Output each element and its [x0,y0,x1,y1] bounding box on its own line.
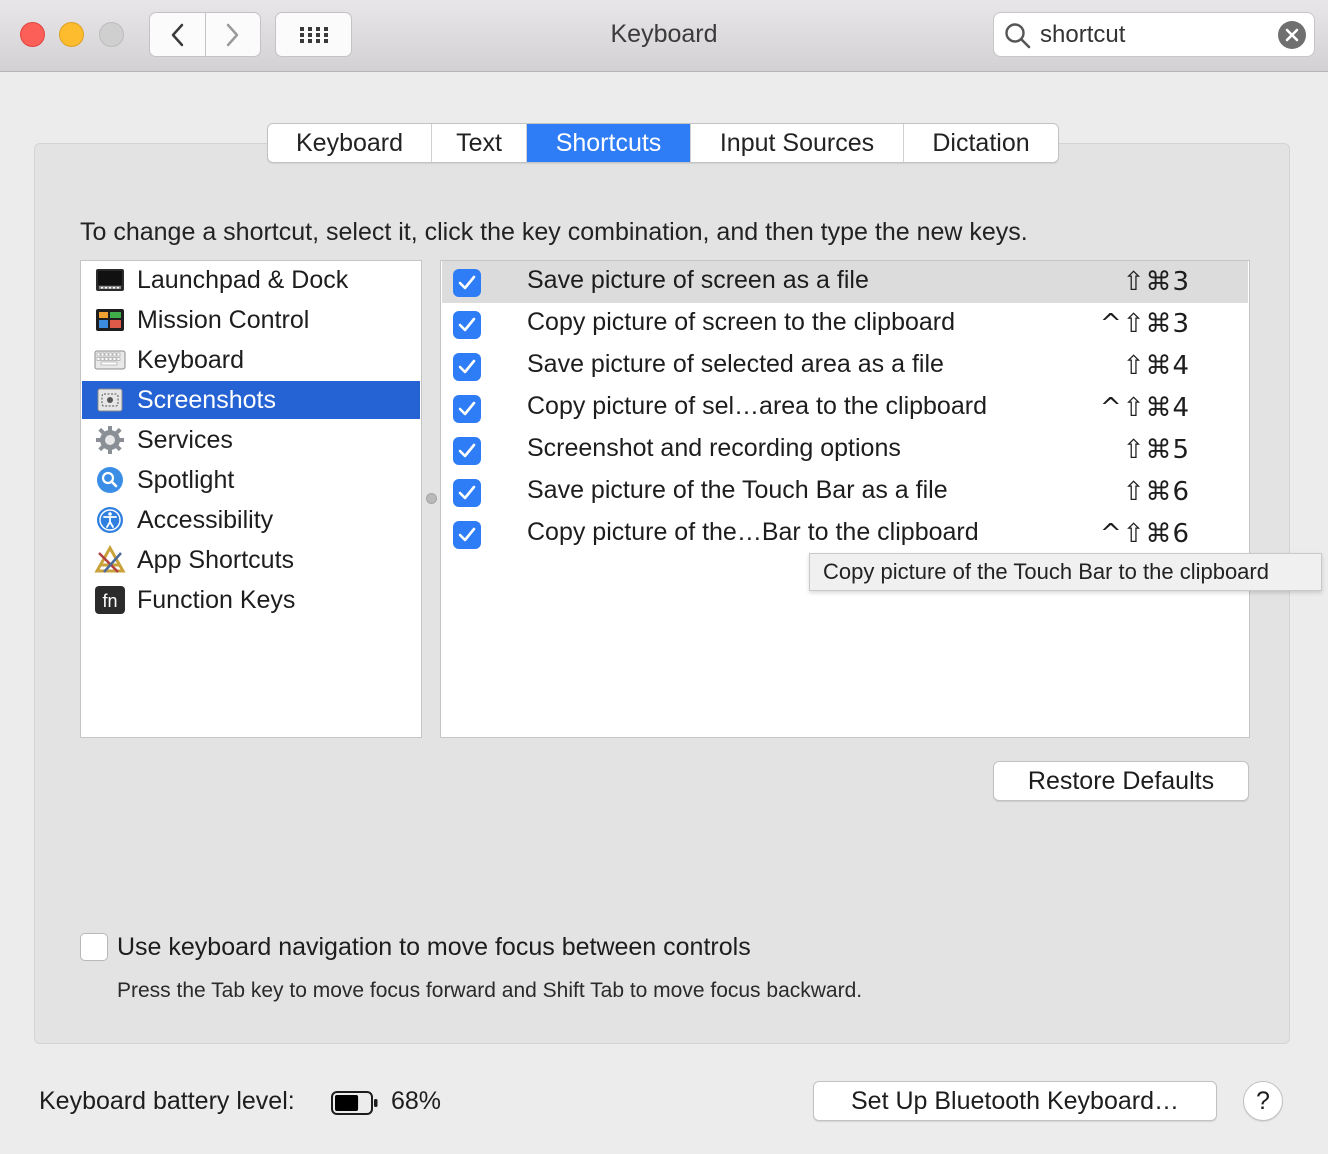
checkmark-icon [458,401,476,416]
tab-dictation[interactable]: Dictation [903,124,1058,162]
category-accessibility[interactable]: Accessibility [82,501,420,539]
shortcut-row[interactable]: Screenshot and recording options ⇧⌘5 [442,429,1248,471]
launchpad-dock-icon [94,265,126,295]
category-keyboard[interactable]: Keyboard [82,341,420,379]
category-spotlight[interactable]: Spotlight [82,461,420,499]
close-icon [1285,28,1299,42]
search-field[interactable] [993,12,1315,57]
checkmark-icon [458,317,476,332]
clear-search-button[interactable] [1278,21,1306,49]
keyboard-navigation-checkbox[interactable] [80,933,108,961]
shortcut-keys[interactable]: ^⇧⌘6 [1100,519,1190,549]
mission-control-icon [94,305,126,335]
battery-value: 68% [391,1087,442,1115]
shortcut-label: Save picture of selected area as a file [527,350,944,378]
category-label: Services [137,425,233,454]
battery-icon [331,1091,378,1115]
category-label: Function Keys [137,585,296,614]
category-mission-control[interactable]: Mission Control [82,301,420,339]
shortcut-label: Screenshot and recording options [527,434,901,462]
checkmark-icon [458,485,476,500]
keyboard-navigation-hint: Press the Tab key to move focus forward … [117,979,863,1002]
app-shortcuts-icon [94,545,126,575]
search-input[interactable] [1040,19,1265,51]
category-label: Screenshots [137,385,276,414]
instruction-text: To change a shortcut, select it, click t… [80,218,1028,246]
tab-input-sources[interactable]: Input Sources [690,124,903,162]
checkmark-icon [458,443,476,458]
accessibility-icon [94,505,126,535]
restore-defaults-button[interactable]: Restore Defaults [993,761,1249,801]
shortcut-label: Save picture of the Touch Bar as a file [527,476,948,504]
keyboard-navigation-label[interactable]: Use keyboard navigation to move focus be… [117,933,751,962]
shortcut-checkbox[interactable] [453,269,481,297]
shortcut-row[interactable]: Copy picture of sel…area to the clipboar… [442,387,1248,429]
shortcut-row[interactable]: Save picture of selected area as a file … [442,345,1248,387]
category-label: App Shortcuts [137,545,295,574]
tab-text[interactable]: Text [431,124,526,162]
split-view-divider[interactable] [426,493,437,504]
keyboard-icon [94,345,126,375]
category-label: Keyboard [137,345,245,374]
shortcut-keys[interactable]: ⇧⌘3 [1123,267,1190,297]
category-app-shortcuts[interactable]: App Shortcuts [82,541,420,579]
shortcut-label: Copy picture of screen to the clipboard [527,308,956,336]
category-label: Spotlight [137,465,235,494]
setup-bluetooth-keyboard-button[interactable]: Set Up Bluetooth Keyboard… [813,1081,1217,1121]
battery-label: Keyboard battery level: [39,1087,295,1115]
shortcut-checkbox[interactable] [453,395,481,423]
title-bar: Keyboard [0,0,1328,72]
category-function-keys[interactable]: fn Function Keys [82,581,420,619]
tab-bar: Keyboard Text Shortcuts Input Sources Di… [267,123,1059,163]
tab-shortcuts[interactable]: Shortcuts [526,124,690,162]
tooltip: Copy picture of the Touch Bar to the cli… [809,553,1322,591]
spotlight-icon [94,465,126,495]
category-list[interactable]: Launchpad & Dock Mission Control Keyboar… [80,260,422,738]
checkmark-icon [458,275,476,290]
category-label: Accessibility [137,505,274,534]
shortcut-row[interactable]: Save picture of the Touch Bar as a file … [442,471,1248,513]
shortcut-keys[interactable]: ⇧⌘6 [1123,477,1190,507]
screenshots-icon [94,385,126,415]
checkmark-icon [458,527,476,542]
tab-keyboard[interactable]: Keyboard [268,124,431,162]
category-screenshots[interactable]: Screenshots [82,381,420,419]
shortcut-label: Copy picture of sel…area to the clipboar… [527,392,987,420]
shortcut-row[interactable]: Copy picture of the…Bar to the clipboard… [442,513,1248,555]
shortcut-checkbox[interactable] [453,311,481,339]
category-launchpad-dock[interactable]: Launchpad & Dock [82,261,420,299]
shortcut-row[interactable]: Save picture of screen as a file ⇧⌘3 [442,261,1248,303]
search-icon [1005,23,1031,49]
shortcut-row[interactable]: Copy picture of screen to the clipboard … [442,303,1248,345]
checkmark-icon [458,359,476,374]
shortcut-keys[interactable]: ⇧⌘5 [1123,435,1190,465]
gear-icon [94,425,126,455]
shortcut-keys[interactable]: ^⇧⌘4 [1100,393,1190,423]
shortcut-checkbox[interactable] [453,353,481,381]
shortcut-checkbox[interactable] [453,437,481,465]
shortcut-label: Copy picture of the…Bar to the clipboard [527,518,979,546]
shortcut-keys[interactable]: ⇧⌘4 [1123,351,1190,381]
shortcut-keys[interactable]: ^⇧⌘3 [1100,309,1190,339]
svg-text:fn: fn [102,591,117,611]
shortcut-label: Save picture of screen as a file [527,266,869,294]
shortcut-list[interactable]: Save picture of screen as a file ⇧⌘3 Cop… [440,260,1250,738]
category-services[interactable]: Services [82,421,420,459]
help-button[interactable]: ? [1243,1081,1283,1121]
category-label: Mission Control [137,305,310,334]
shortcut-checkbox[interactable] [453,479,481,507]
shortcut-checkbox[interactable] [453,521,481,549]
category-label: Launchpad & Dock [137,265,349,294]
fn-key-icon: fn [94,585,126,615]
